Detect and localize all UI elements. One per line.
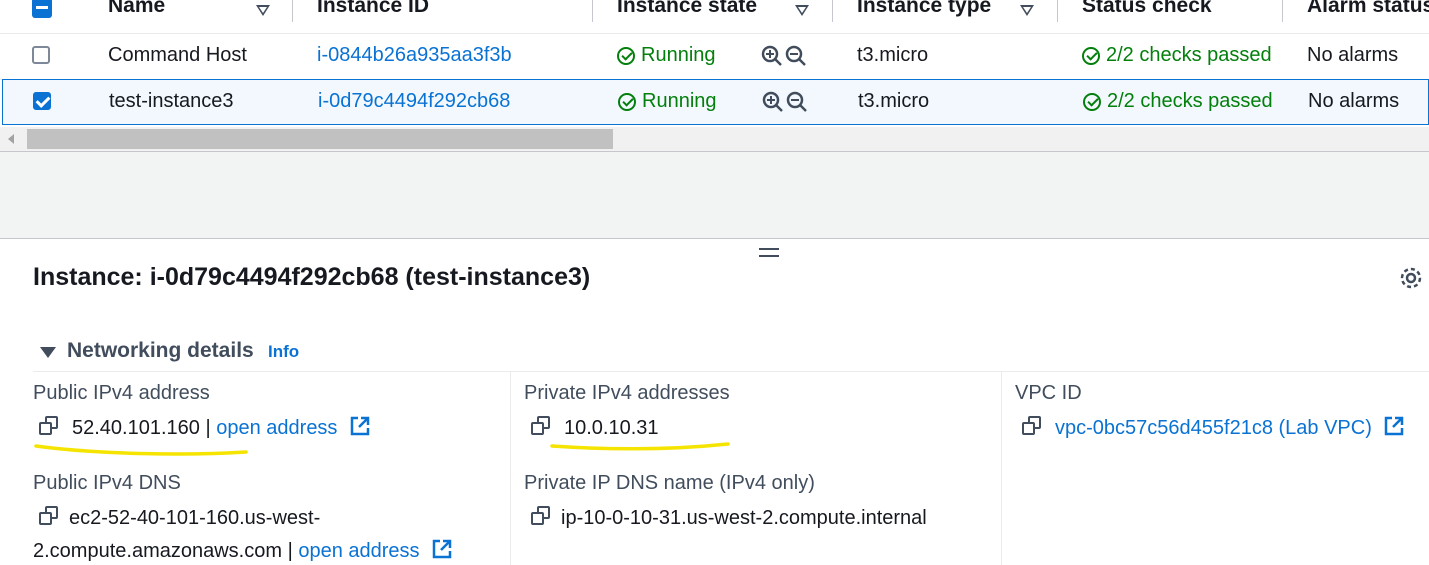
private-dns-value: ip-10-0-10-31.us-west-2.compute.internal — [561, 507, 927, 529]
column-separator[interactable] — [1282, 0, 1283, 22]
column-header-alarm-status[interactable]: Alarm status — [1307, 0, 1429, 18]
gear-icon[interactable] — [1397, 264, 1425, 292]
external-link-icon[interactable] — [431, 538, 453, 560]
instance-state: Running — [617, 44, 716, 67]
copy-icon[interactable] — [1021, 415, 1043, 437]
private-ipv4-value-row: 10.0.10.31 — [530, 415, 659, 440]
vpc-id-value-row: vpc-0bc57c56d455f21c8 (Lab VPC) — [1021, 415, 1405, 440]
public-dns-value-row-2: 2.compute.amazonaws.com | open address — [33, 538, 453, 563]
horizontal-scrollbar[interactable] — [0, 127, 1429, 152]
public-dns-label: Public IPv4 DNS — [33, 472, 181, 494]
row-checkbox-checked[interactable] — [33, 92, 51, 110]
copy-icon[interactable] — [38, 415, 60, 437]
open-address-link[interactable]: open address — [216, 417, 337, 439]
zoom-out-icon[interactable] — [786, 91, 807, 112]
zoom-controls — [762, 91, 807, 112]
success-check-icon — [618, 93, 636, 111]
status-check: 2/2 checks passed — [1083, 90, 1285, 113]
public-ipv4-value: 52.40.101.160 — [72, 417, 200, 439]
public-ipv4-value-row: 52.40.101.160 | open address — [38, 415, 371, 440]
section-divider — [33, 371, 1429, 372]
yellow-underline-annotation — [550, 442, 730, 451]
copy-icon[interactable] — [530, 415, 552, 437]
success-check-icon — [1083, 93, 1101, 111]
instance-id-link[interactable]: i-0844b26a935aa3f3b — [317, 44, 512, 67]
separator: | — [205, 417, 211, 439]
status-check: 2/2 checks passed — [1082, 44, 1284, 67]
external-link-icon[interactable] — [349, 415, 371, 437]
column-header-instance-id[interactable]: Instance ID — [317, 0, 429, 18]
table-row[interactable]: Command Host i-0844b26a935aa3f3b Running… — [0, 33, 1429, 80]
collapse-caret-icon[interactable] — [40, 347, 56, 358]
column-separator[interactable] — [292, 0, 293, 22]
public-dns-line1: ec2-52-40-101-160.us-west- — [69, 507, 321, 529]
resize-handle-icon[interactable] — [759, 248, 779, 258]
yellow-underline-annotation — [34, 444, 248, 456]
instance-type: t3.micro — [858, 90, 930, 112]
scroll-left-arrow-icon[interactable] — [8, 134, 14, 144]
private-ipv4-value: 10.0.10.31 — [564, 417, 659, 439]
private-ipv4-label: Private IPv4 addresses — [524, 382, 730, 404]
column-divider — [510, 372, 511, 565]
column-header-name[interactable]: Name — [108, 0, 165, 18]
state-label: Running — [642, 90, 717, 112]
success-check-icon — [617, 47, 635, 65]
column-separator[interactable] — [592, 0, 593, 22]
column-header-instance-type[interactable]: Instance type — [857, 0, 991, 18]
instance-name: test-instance3 — [109, 90, 234, 112]
zoom-in-icon[interactable] — [761, 45, 782, 66]
filter-caret-icon[interactable] — [256, 5, 270, 16]
table-footer-area — [0, 152, 1429, 239]
filter-caret-icon[interactable] — [1020, 5, 1034, 16]
column-separator[interactable] — [1057, 0, 1058, 22]
column-header-status-check[interactable]: Status check — [1082, 0, 1212, 18]
instance-detail-title: Instance: i-0d79c4494f292cb68 (test-inst… — [33, 263, 591, 291]
instance-id-link[interactable]: i-0d79c4494f292cb68 — [318, 90, 510, 113]
vpc-id-label: VPC ID — [1015, 382, 1082, 404]
copy-icon[interactable] — [38, 505, 60, 527]
select-all-checkbox[interactable] — [32, 0, 52, 18]
table-header: Name Instance ID Instance state Instance… — [0, 0, 1429, 34]
state-label: Running — [641, 44, 716, 66]
instance-type: t3.micro — [857, 44, 929, 66]
instance-state: Running — [618, 90, 717, 113]
table-row-selected[interactable]: test-instance3 i-0d79c4494f292cb68 Runni… — [2, 79, 1429, 125]
copy-icon[interactable] — [530, 505, 552, 527]
section-title-networking[interactable]: Networking details — [67, 339, 254, 363]
row-checkbox[interactable] — [32, 46, 50, 64]
vpc-id-link[interactable]: vpc-0bc57c56d455f21c8 (Lab VPC) — [1055, 417, 1372, 439]
alarm-status: No alarms — [1307, 44, 1399, 66]
filter-caret-icon[interactable] — [795, 5, 809, 16]
instance-name: Command Host — [108, 44, 247, 66]
column-separator[interactable] — [832, 0, 833, 22]
zoom-controls — [761, 45, 806, 66]
success-check-icon — [1082, 47, 1100, 65]
zoom-out-icon[interactable] — [785, 45, 806, 66]
scrollbar-thumb[interactable] — [27, 129, 613, 149]
open-address-link[interactable]: open address — [298, 540, 419, 562]
private-dns-label: Private IP DNS name (IPv4 only) — [524, 472, 815, 494]
separator: | — [287, 540, 293, 562]
column-header-instance-state[interactable]: Instance state — [617, 0, 757, 18]
info-link[interactable]: Info — [268, 342, 299, 362]
public-dns-line2: 2.compute.amazonaws.com — [33, 540, 283, 562]
external-link-icon[interactable] — [1383, 415, 1405, 437]
zoom-in-icon[interactable] — [762, 91, 783, 112]
status-label: 2/2 checks passed — [1106, 44, 1272, 66]
public-dns-value-row: ec2-52-40-101-160.us-west- — [38, 505, 320, 530]
private-dns-value-row: ip-10-0-10-31.us-west-2.compute.internal — [530, 505, 927, 530]
alarm-status: No alarms — [1308, 90, 1400, 112]
public-ipv4-label: Public IPv4 address — [33, 382, 210, 404]
column-divider — [1001, 372, 1002, 565]
status-label: 2/2 checks passed — [1107, 90, 1273, 112]
